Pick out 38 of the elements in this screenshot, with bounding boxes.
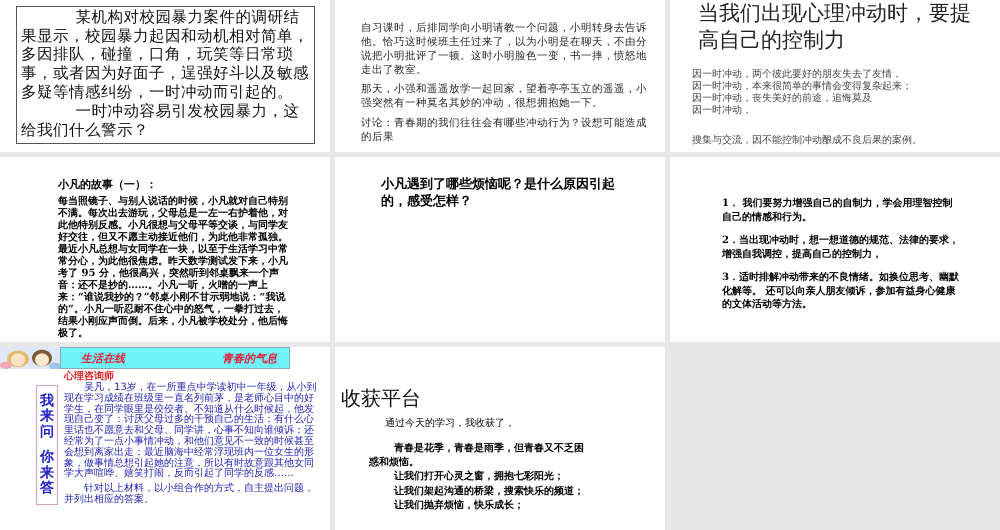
poem-line: 让我们打开心灵之窗，拥抱七彩阳光；	[392, 470, 565, 484]
paragraph: 针对以上材料，以小组合作的方式，自主提出问题，并列出相应的答案。	[64, 484, 315, 506]
paragraph: 一时冲动容易引发校园暴力，这给我们什么警示？	[21, 103, 300, 141]
slide-thumbnail[interactable]	[0, 347, 330, 530]
text-line: 因一时冲动，丧失美好的前途，追悔莫及	[692, 92, 873, 104]
paragraph: 每当照镜子、与别人说话的时候，小凡就对自己特别不满。每次出去游玩，父母总是一左一右护着他，对此他特别反感。小凡很想与父母平等交谈，与同学友好交往，但又不愿主动接近他们，为此他非常孤独。最近小凡总想与女同学在一块，以至于生活学习中常常分心，为此他很焦虑。昨天数学测试发下来，小凡考了 95 分，他很高兴，突然听到邻桌飘来一个声音：还不是抄的……。小凡一听，火噌的一声上来：“谁说我抄的？”邻桌小刚不甘示弱地说：“我说的”。小凡一听忍耐不住心中的怒气，一拳打过去，结果小刚应声而倒。后来，小凡被学校处分，他后悔极了。	[58, 196, 288, 340]
paragraph: 那天，小强和遥遥放学一起回家，望着亭亭玉立的遥遥，小强突然有一种莫名其妙的冲动，很想拥抱她一下。	[361, 83, 648, 112]
vertical-label: 你来答	[40, 450, 54, 496]
slide-thumbnail[interactable]: 小凡遇到了哪些烦恼呢？是什么原因引起的，感受怎样？	[335, 157, 665, 342]
list-item: 3．适时排解冲动带来的不良情绪。如换位思考、幽默化解等。 还可以向亲人朋友倾诉，参加有益身心健康的文体活动等方法。	[722, 271, 960, 312]
slide-title: 当我们出现心理冲动时，要提高自己的控制力	[697, 0, 972, 54]
subtitle: 心理咨询师	[64, 369, 115, 382]
slide-thumbnail[interactable]: 收获平台 通过今天的学习，我收获了， 青春是花季，青春是雨季，但青春又不乏困惑和烦恼。 让我们打开心灵之窗，拥抱七彩阳光； 让我们架起沟通的桥梁，搜索快乐的频道； 让我们抛弃烦恼，快乐成长；	[335, 347, 665, 530]
banner-text: 生活在线	[81, 350, 125, 366]
vertical-label: 我来问	[40, 394, 54, 440]
list-item: 1． 我们要努力增强自己的自制力，学会用理智控制自己的情感和行为。	[722, 197, 954, 224]
paragraph: 讨论：青春期的我们往往会有哪些冲动行为？设想可能造成的后果	[361, 117, 648, 145]
paragraph: 吴凡，13岁，在一所重点中学读初中一年级，从小到现在学习成绩在班级里一直名列前茅，是老师心目中的好学生，在同学眼里是佼佼者。不知道从什么时候起，他发现自己变了：讨厌父母过多的干预自己的生活；有什么心里话也不愿意去和父母、同学讲，心事不知向谁倾诉；还经常为了一点小事情冲动，和他们意见不一致的时候甚至会想到离家出走；最近脑海中经常浮现班内一位女生的形象，做事情总想引起她的注意，所以有时故意跟其他女同学大声喧哗、嬉笑打闹，反而引起了同学的反感……	[64, 383, 318, 480]
list-item: 2．当出现冲动时，想一想道德的规范、法律的要求，增强自我调控，提高自己的控制力，	[722, 234, 960, 261]
poem-line: 让我们抛弃烦恼，快乐成长；	[392, 499, 525, 512]
banner-text: 青春的气息	[222, 350, 277, 366]
note-text: 搜集与交流，因不能控制冲动酿成不良后果的案例。	[692, 134, 923, 147]
paragraph: 自习课时，后排同学向小明请教一个问题，小明转身去告诉他。恰巧这时候班主任过来了，以为小明是在聊天，不由分说把小明批评了一顿。这时小明脸色一变，书一摔，愤怒地走出了教室。	[361, 22, 648, 78]
text-line: 因一时冲动，两个彼此要好的朋友失去了友情，	[692, 68, 903, 80]
intro-text: 通过今天的学习，我收获了，	[385, 416, 516, 430]
slide-title: 收获平台	[341, 385, 422, 412]
poem-line: 青春是花季，青春是雨季，但青春又不乏困惑和烦恼。	[369, 442, 585, 469]
text-line: 因一时冲动，	[692, 104, 753, 117]
slide-thumbnail[interactable]: 某机构对校园暴力案件的调研结果显示，校园暴力起因和动机相对简单，多因排队，碰撞，口角，玩笑等日常琐事，或者因为好面子，逞强好斗以及敏感多疑等情感纠纷，一时冲动而引起的。 一时冲动容易引发校园暴力，这给我们什么警示？	[0, 0, 330, 152]
slide-title: 小凡的故事（一）：	[58, 177, 158, 192]
slide-thumbnail[interactable]	[0, 157, 330, 342]
poem-line: 让我们架起沟通的桥梁，搜索快乐的频道；	[392, 484, 585, 498]
paragraph: 某机构对校园暴力案件的调研结果显示，校园暴力起因和动机相对简单，多因排队，碰撞，口角，玩笑等日常琐事，或者因为好面子，逞强好斗以及敏感多疑等情感纠纷，一时冲动而引起的。	[21, 8, 310, 103]
slide-thumbnail[interactable]: 1． 我们要努力增强自己的自制力，学会用理智控制自己的情感和行为。 2．当出现冲动时，想一想道德的规范、法律的要求，增强自我调控，提高自己的控制力， 3．适时排解冲动带来的不良情绪。如换位思考、幽默化解等。 还可以向亲人朋友倾诉，参加有益身心健康的文体活动等方法。	[670, 157, 1000, 342]
slide-title: 小凡遇到了哪些烦恼呢？是什么原因引起的，感受怎样？	[381, 177, 616, 211]
slide-thumbnail[interactable]: 自习课时，后排同学向小明请教一个问题，小明转身去告诉他。恰巧这时候班主任过来了，以为小明是在聊天，不由分说把小明批评了一顿。这时小明脸色一变，书一摔，愤怒地走出了教室。 那天，小强和遥遥放学一起回家，望着亭亭玉立的遥遥，小强突然有一种莫名其妙的冲动，很想拥抱她一下。 讨论：青春期的我们往往会有哪些冲动行为？设想可能造成的后果	[335, 0, 665, 152]
text-line: 因一时冲动，本来很简单的事情会变得复杂起来；	[692, 80, 913, 92]
slide-thumbnail[interactable]: 当我们出现心理冲动时，要提高自己的控制力 因一时冲动，两个彼此要好的朋友失去了友情， 因一时冲动，本来很简单的事情会变得复杂起来； 因一时冲动，丧失美好的前途，追悔莫及 因一时冲动， 搜集与交流，因不能控制冲动酿成不良后果的案例。	[670, 0, 1000, 152]
